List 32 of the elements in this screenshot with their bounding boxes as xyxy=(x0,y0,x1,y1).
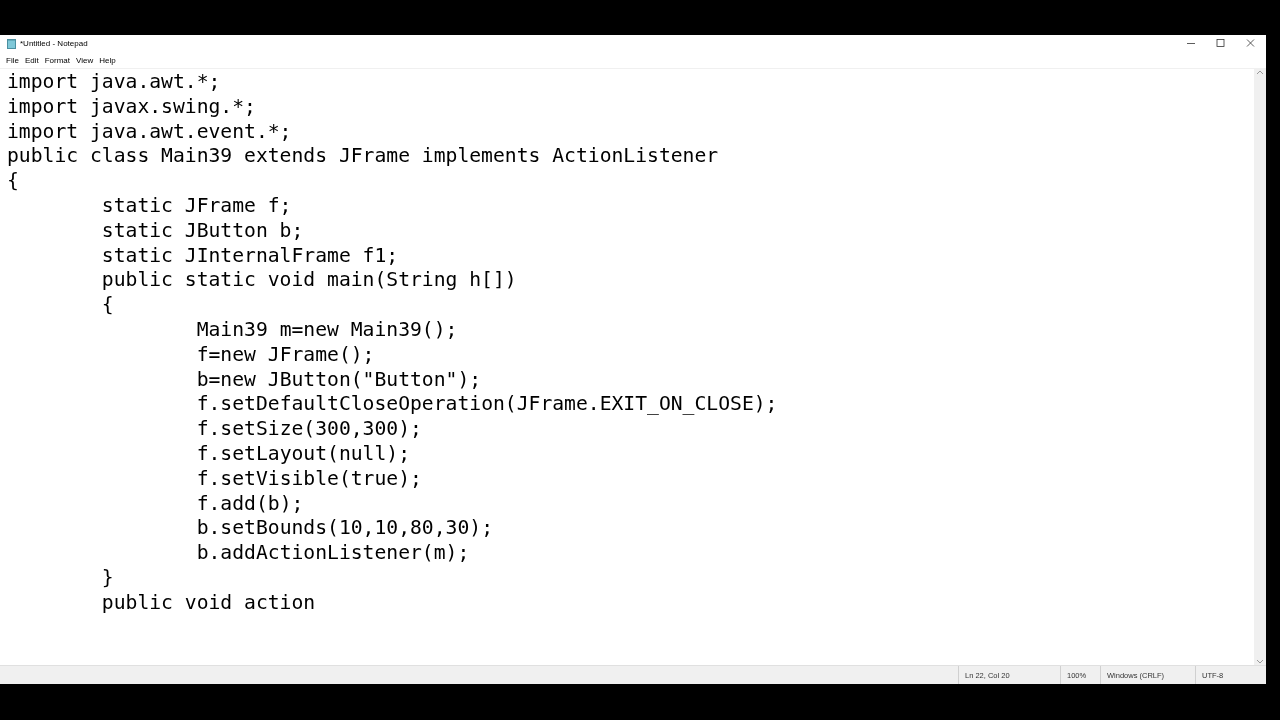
menu-item[interactable]: Format xyxy=(43,55,76,65)
code-line: b.addActionListener(m); xyxy=(195,541,470,566)
code-line: f.setDefaultCloseOperation(JFrame.EXIT_ON_CLOSE); xyxy=(195,392,778,418)
code-line: b.setBounds(10,10,80,30); xyxy=(195,516,493,542)
code-line: static JInternalFrame f1; xyxy=(100,243,399,269)
code-line: import java.awt.event.*; xyxy=(7,119,292,145)
code-line: f.add(b); xyxy=(195,491,304,517)
menu-item[interactable]: Help xyxy=(98,55,121,65)
scroll-up-icon[interactable] xyxy=(1256,69,1264,75)
window-title: *Untitled - Notepad xyxy=(20,39,89,48)
code-line: static JFrame f; xyxy=(100,194,292,219)
menu-item[interactable]: Edit xyxy=(23,55,44,65)
code-line: public class Main39 extends JFrame implements ActionListener xyxy=(7,144,719,170)
code-line: public static void main(String h[]) xyxy=(100,268,517,294)
code-line: } xyxy=(100,565,114,591)
menu-item[interactable]: File xyxy=(5,55,24,65)
code-line: import javax.swing.*; xyxy=(7,94,256,120)
code-line: { xyxy=(100,293,114,318)
code-line: static JButton b; xyxy=(100,218,304,244)
code-line: f=new JFrame(); xyxy=(195,342,375,368)
code-line: Main39 m=new Main39(); xyxy=(195,317,458,343)
notepad-icon xyxy=(7,38,16,49)
code-line: f.setLayout(null); xyxy=(195,441,410,467)
code-line: f.setVisible(true); xyxy=(195,466,422,492)
scrollbar[interactable] xyxy=(1254,69,1266,665)
menu-item[interactable]: View xyxy=(75,55,99,65)
code-line: { xyxy=(7,169,19,194)
scroll-down-icon[interactable] xyxy=(1256,659,1264,665)
code-line: f.setSize(300,300); xyxy=(195,417,422,442)
code-line: public void action xyxy=(100,590,316,616)
code-line: import java.awt.*; xyxy=(7,70,221,95)
code-line: b=new JButton("Button"); xyxy=(195,367,482,393)
